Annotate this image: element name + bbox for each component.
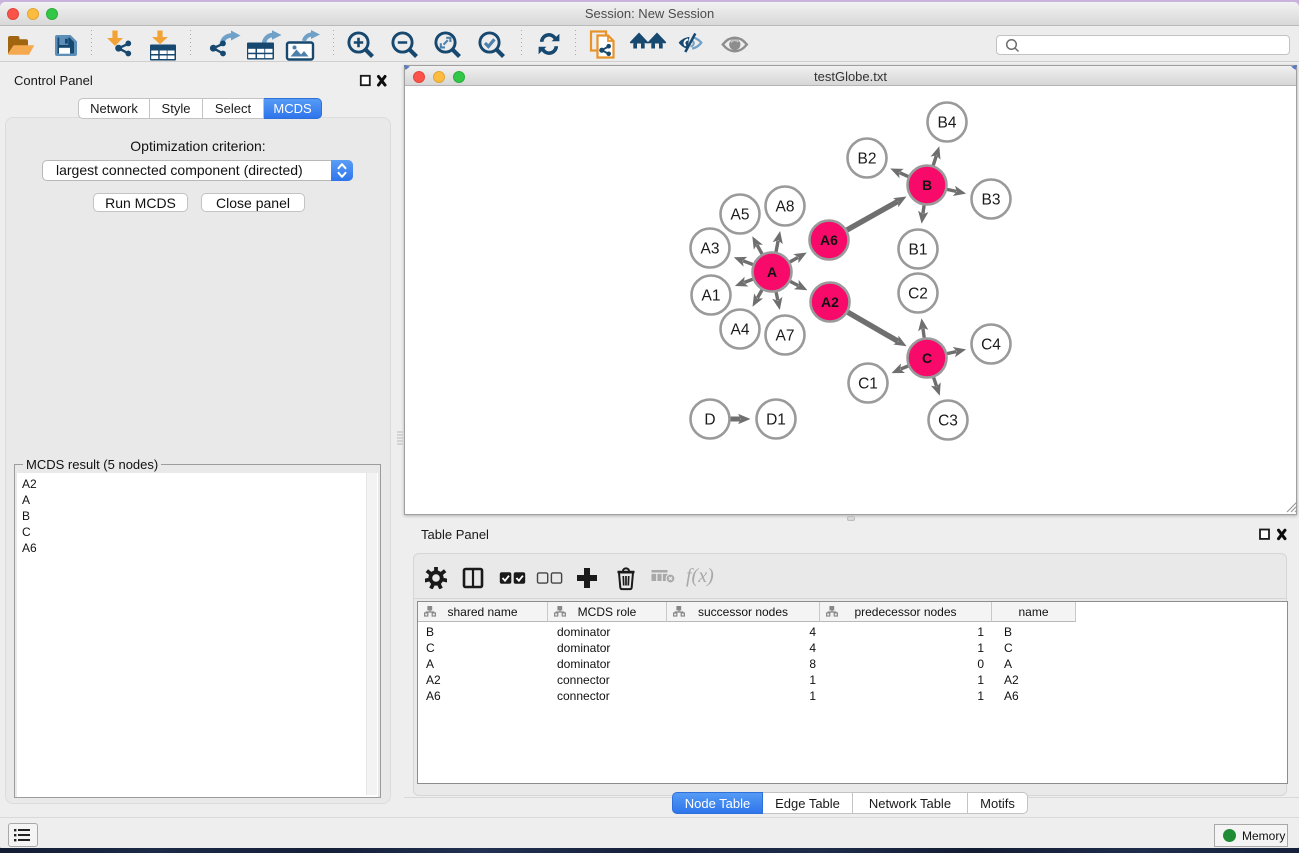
svg-text:C3: C3 (938, 413, 958, 430)
svg-text:A6: A6 (820, 232, 838, 248)
svg-text:C1: C1 (858, 376, 878, 393)
svg-text:A3: A3 (701, 241, 720, 258)
svg-text:A5: A5 (731, 207, 750, 224)
svg-text:A8: A8 (776, 199, 795, 216)
svg-text:A: A (767, 264, 777, 280)
svg-text:A1: A1 (702, 288, 721, 305)
svg-text:B1: B1 (909, 242, 928, 259)
svg-text:D: D (704, 412, 715, 429)
svg-text:C4: C4 (981, 337, 1001, 354)
svg-text:B: B (922, 177, 932, 193)
svg-text:C: C (922, 350, 932, 366)
svg-text:B3: B3 (982, 192, 1001, 209)
svg-text:A2: A2 (821, 294, 839, 310)
svg-text:C2: C2 (908, 286, 928, 303)
svg-text:B4: B4 (938, 115, 957, 132)
svg-text:B2: B2 (858, 151, 877, 168)
svg-text:D1: D1 (766, 412, 786, 429)
svg-text:A4: A4 (731, 322, 750, 339)
svg-text:A7: A7 (776, 328, 795, 345)
